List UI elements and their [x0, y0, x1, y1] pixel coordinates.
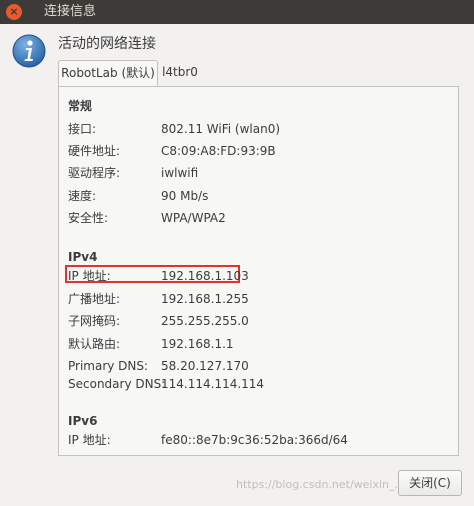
page-title: 活动的网络连接	[58, 36, 156, 52]
security-label: 安全性:	[68, 211, 109, 225]
section-general-title: 常规	[68, 99, 93, 113]
connection-info-window: × 连接信息 活动的网络连接 RobotLab (默认) l4tbr0 常规 接…	[0, 0, 474, 506]
title-bar[interactable]: × 连接信息	[0, 0, 474, 24]
secondary-dns-label: Secondary DNS:	[68, 377, 166, 391]
default-route-label: 默认路由:	[68, 337, 121, 351]
tab-robotlab[interactable]: RobotLab (默认)	[58, 60, 158, 86]
interface-label: 接口:	[68, 122, 97, 136]
window-title: 连接信息	[44, 4, 97, 19]
info-icon	[12, 34, 46, 68]
subnet-mask-label: 子网掩码:	[68, 314, 121, 328]
driver-label: 驱动程序:	[68, 166, 121, 180]
ipv4-address-value: 192.168.1.103	[161, 269, 249, 283]
close-button[interactable]: 关闭(C)	[398, 470, 462, 496]
speed-label: 速度:	[68, 189, 97, 203]
connection-details-panel: 常规 接口: 802.11 WiFi (wlan0) 硬件地址: C8:09:A…	[58, 86, 459, 456]
speed-value: 90 Mb/s	[161, 189, 209, 203]
hardware-address-value: C8:09:A8:FD:93:9B	[161, 144, 276, 158]
tab-l4tbr0[interactable]: l4tbr0	[160, 60, 200, 85]
secondary-dns-value: 114.114.114.114	[161, 377, 265, 391]
security-value: WPA/WPA2	[161, 211, 226, 225]
window-close-button[interactable]: ×	[6, 4, 22, 20]
ipv6-address-value: fe80::8e7b:9c36:52ba:366d/64	[161, 433, 348, 447]
section-ipv6-title: IPv6	[68, 414, 98, 428]
primary-dns-value: 58.20.127.170	[161, 359, 249, 373]
broadcast-address-label: 广播地址:	[68, 292, 121, 306]
default-route-value: 192.168.1.1	[161, 337, 234, 351]
hardware-address-label: 硬件地址:	[68, 144, 121, 158]
section-ipv4-title: IPv4	[68, 250, 98, 264]
interface-value: 802.11 WiFi (wlan0)	[161, 122, 281, 136]
primary-dns-label: Primary DNS:	[68, 359, 149, 373]
subnet-mask-value: 255.255.255.0	[161, 314, 249, 328]
ipv4-address-label: IP 地址:	[68, 269, 111, 283]
watermark: https://blog.csdn.net/weixin_...	[236, 478, 406, 491]
broadcast-address-value: 192.168.1.255	[161, 292, 249, 306]
driver-value: iwlwifi	[161, 166, 199, 180]
ipv6-address-label: IP 地址:	[68, 433, 111, 447]
